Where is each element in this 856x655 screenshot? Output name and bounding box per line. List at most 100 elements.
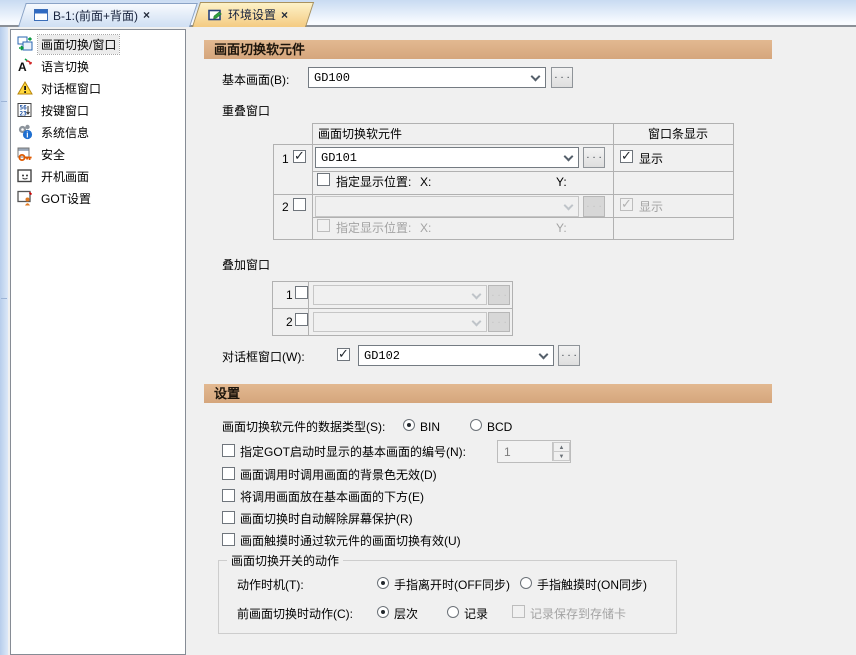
language-switch-icon: A bbox=[17, 58, 33, 74]
sidebar-item-label: 画面切换/窗口 bbox=[38, 35, 119, 54]
radio-hierarchy[interactable] bbox=[377, 606, 389, 618]
table-border bbox=[273, 144, 274, 240]
overlap-window-label: 重叠窗口 bbox=[222, 104, 270, 118]
overlap-row1-device-combo[interactable]: GD101 bbox=[315, 147, 579, 168]
superimpose-row2-browse-button: . . . bbox=[488, 312, 510, 332]
table-border bbox=[273, 144, 734, 145]
spinner-value: 1 bbox=[504, 445, 511, 459]
superimpose-row2-checkbox[interactable] bbox=[295, 313, 308, 326]
overlap-row2-device-combo bbox=[315, 196, 579, 217]
dialog-window-browse-button[interactable]: . . . bbox=[558, 345, 580, 366]
startup-screen-no-label: 指定GOT启动时显示的基本画面的编号(N): bbox=[240, 445, 466, 459]
table-border bbox=[273, 239, 734, 240]
sidebar-item-got-settings[interactable]: GOT设置 bbox=[17, 188, 177, 208]
base-screen-value: GD100 bbox=[314, 71, 350, 85]
table-border bbox=[308, 281, 309, 336]
radio-hierarchy-label: 层次 bbox=[394, 607, 418, 621]
svg-text:i: i bbox=[26, 131, 28, 140]
spinner-buttons: ▲ ▼ bbox=[552, 442, 569, 461]
radio-on-sync[interactable] bbox=[520, 577, 532, 589]
chevron-down-icon bbox=[531, 72, 541, 82]
switch-action-group-title: 画面切换开关的动作 bbox=[227, 552, 343, 569]
sidebar-item-label: 系统信息 bbox=[38, 123, 92, 142]
superimpose-row1-checkbox[interactable] bbox=[295, 286, 308, 299]
sidebar-item-key-window[interactable]: 5623 按键窗口 bbox=[17, 100, 177, 120]
section-header-settings: 设置 bbox=[204, 384, 772, 403]
overlap-row2-enable-checkbox[interactable] bbox=[293, 198, 306, 211]
chevron-down-icon bbox=[472, 290, 482, 300]
dialog-window-combo[interactable]: GD102 bbox=[358, 345, 554, 366]
chevron-down-icon bbox=[472, 317, 482, 327]
system-info-icon: i bbox=[17, 124, 33, 140]
table-border bbox=[312, 171, 734, 172]
radio-off-sync[interactable] bbox=[377, 577, 389, 589]
radio-history[interactable] bbox=[447, 606, 459, 618]
base-screen-label: 基本画面(B): bbox=[222, 73, 289, 87]
radio-on-sync-label: 手指触摸时(ON同步) bbox=[537, 578, 647, 592]
overlap-row1-enable-checkbox[interactable] bbox=[293, 150, 306, 163]
radio-bin[interactable] bbox=[403, 419, 415, 431]
windowbar-show-label: 显示 bbox=[639, 152, 663, 166]
sidebar-item-language-switch[interactable]: A 语言切换 bbox=[17, 56, 177, 76]
sidebar-item-security[interactable]: 安全 bbox=[17, 144, 177, 164]
table-border bbox=[312, 123, 313, 240]
environment-edit-icon bbox=[208, 9, 223, 21]
superimpose-row1-combo bbox=[313, 285, 487, 305]
option-bg-color-invalid-label: 画面调用时调用画面的背景色无效(D) bbox=[240, 468, 437, 482]
table-border bbox=[733, 123, 734, 240]
option-bg-color-invalid-checkbox[interactable] bbox=[222, 467, 235, 480]
overlap-row2-browse-button: . . . bbox=[583, 196, 605, 217]
radio-history-label: 记录 bbox=[464, 607, 488, 621]
overlap-row1-device-value: GD101 bbox=[321, 151, 357, 165]
overlap-row1-browse-button[interactable]: . . . bbox=[583, 147, 605, 168]
screen-window-icon bbox=[34, 9, 48, 21]
dialog-window-checkbox[interactable] bbox=[337, 348, 350, 361]
sidebar-item-startup-screen[interactable]: 开机画面 bbox=[17, 166, 177, 186]
position-label: 指定显示位置: bbox=[336, 221, 411, 235]
timing-label: 动作时机(T): bbox=[237, 578, 304, 592]
startup-screen-no-spinner: 1 ▲ ▼ bbox=[497, 440, 571, 463]
base-screen-browse-button[interactable]: . . . bbox=[551, 67, 573, 88]
tab-label: 环境设置 bbox=[228, 6, 276, 23]
screen-switch-icon bbox=[17, 36, 33, 52]
option-called-screen-below-checkbox[interactable] bbox=[222, 489, 235, 502]
windowbar-show-label: 显示 bbox=[639, 200, 663, 214]
option-switch-by-device-on-touch-checkbox[interactable] bbox=[222, 533, 235, 546]
dock-separator bbox=[1, 298, 7, 299]
overlap-row2-position-checkbox bbox=[317, 219, 330, 232]
tab-label: B-1:(前面+背面) bbox=[53, 7, 138, 24]
superimpose-row-number: 2 bbox=[286, 315, 293, 329]
option-switch-by-device-on-touch-label: 画面触摸时通过软元件的画面切换有效(U) bbox=[240, 534, 461, 548]
option-release-screensaver-checkbox[interactable] bbox=[222, 511, 235, 524]
sidebar-item-label: 安全 bbox=[38, 145, 68, 164]
svg-text:23: 23 bbox=[20, 111, 28, 118]
switch-action-groupbox bbox=[218, 560, 677, 634]
sidebar-item-label: 语言切换 bbox=[38, 57, 92, 76]
radio-off-sync-label: 手指离开时(OFF同步) bbox=[394, 578, 510, 592]
overlap-row1-windowbar-checkbox[interactable] bbox=[620, 150, 633, 163]
tab-close-icon[interactable]: × bbox=[143, 8, 150, 22]
settings-tree-panel: 画面切换/窗口 A 语言切换 对话框窗口 5623 按键窗口 i 系统信息 安全… bbox=[10, 29, 186, 655]
option-release-screensaver-label: 画面切换时自动解除屏幕保护(R) bbox=[240, 512, 413, 526]
radio-bcd[interactable] bbox=[470, 419, 482, 431]
security-key-icon bbox=[17, 146, 33, 162]
startup-screen-no-checkbox[interactable] bbox=[222, 444, 235, 457]
position-y-label: Y: bbox=[556, 221, 567, 235]
sidebar-item-dialog-window[interactable]: 对话框窗口 bbox=[17, 78, 177, 98]
sidebar-item-system-info[interactable]: i 系统信息 bbox=[17, 122, 177, 142]
spinner-down-icon[interactable]: ▼ bbox=[553, 451, 570, 461]
sidebar-item-label: 开机画面 bbox=[38, 167, 92, 186]
got-settings-icon bbox=[17, 190, 33, 206]
tab-b1-screen[interactable]: B-1:(前面+背面) × bbox=[18, 3, 190, 27]
radio-bin-label: BIN bbox=[420, 420, 440, 434]
startup-screen-icon bbox=[17, 168, 33, 184]
tab-close-icon[interactable]: × bbox=[281, 8, 288, 22]
overlap-row1-position-checkbox[interactable] bbox=[317, 173, 330, 186]
column-header-device: 画面切换软元件 bbox=[318, 127, 402, 141]
overlap-row-number: 1 bbox=[282, 152, 289, 166]
base-screen-combo[interactable]: GD100 bbox=[308, 67, 546, 88]
superimpose-window-label: 叠加窗口 bbox=[222, 258, 270, 272]
sidebar-item-screen-switch-window[interactable]: 画面切换/窗口 bbox=[17, 34, 177, 54]
tab-environment-settings[interactable]: 环境设置 × bbox=[192, 2, 306, 27]
table-border bbox=[613, 123, 614, 240]
